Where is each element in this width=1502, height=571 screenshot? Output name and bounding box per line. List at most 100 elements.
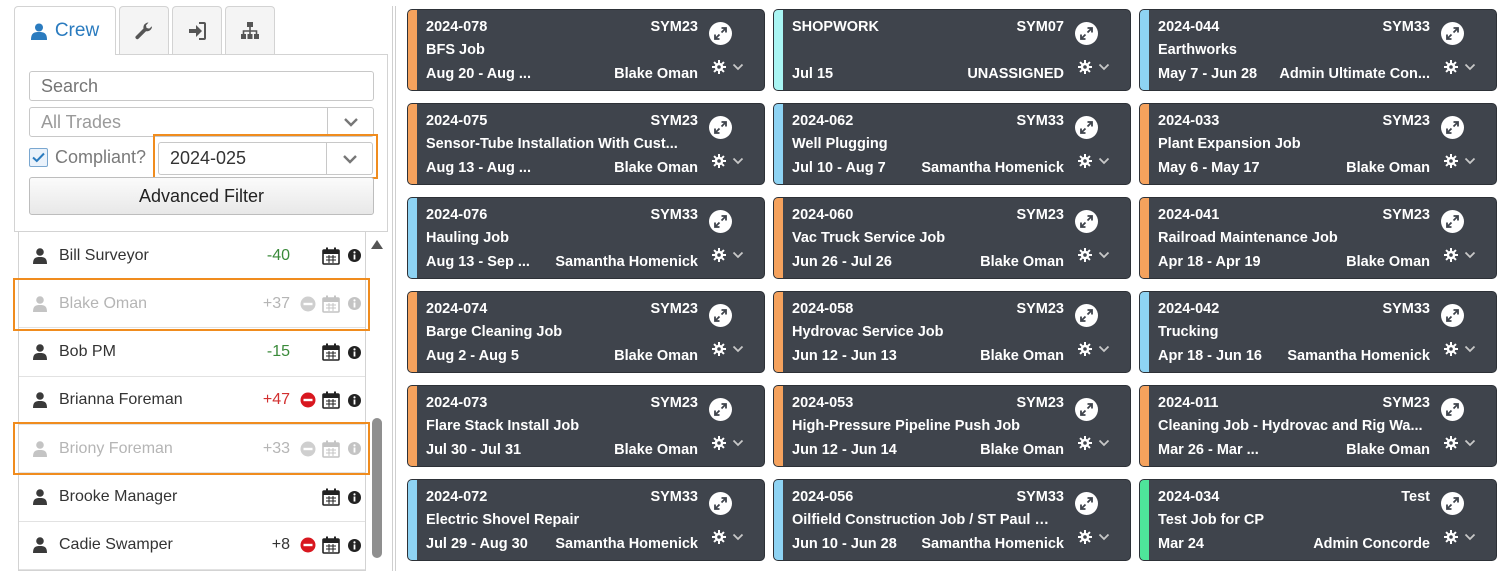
- expand-icon[interactable]: [1075, 22, 1098, 45]
- job-card[interactable]: 2024-060 SYM23 Vac Truck Service Job Jun 26…: [774, 198, 1130, 278]
- gear-icon[interactable]: [712, 530, 726, 544]
- expand-icon[interactable]: [709, 116, 732, 139]
- scroll-thumb[interactable]: [372, 418, 382, 558]
- gear-icon[interactable]: [1444, 436, 1458, 450]
- minus-circle-icon[interactable]: [300, 537, 316, 553]
- gear-icon[interactable]: [1078, 342, 1092, 356]
- chevron-down-icon[interactable]: [1464, 438, 1476, 448]
- calendar-icon[interactable]: [322, 247, 340, 265]
- crew-row[interactable]: Brooke Manager: [19, 474, 365, 522]
- gear-icon[interactable]: [1444, 60, 1458, 74]
- calendar-icon[interactable]: [322, 391, 340, 410]
- tab-crew[interactable]: Crew: [14, 6, 116, 55]
- calendar-icon[interactable]: [322, 343, 340, 361]
- gear-icon[interactable]: [1078, 154, 1092, 168]
- expand-icon[interactable]: [709, 22, 732, 45]
- info-icon[interactable]: [348, 490, 361, 504]
- job-card[interactable]: 2024-062 SYM33 Well Plugging Jul 10 - Aug 7…: [774, 104, 1130, 184]
- info-icon[interactable]: [348, 345, 361, 359]
- info-icon[interactable]: [348, 249, 361, 262]
- tab-sign-in[interactable]: [172, 6, 222, 54]
- trades-select[interactable]: All Trades: [29, 107, 374, 137]
- compliant-toggle[interactable]: Compliant?: [29, 147, 146, 168]
- chevron-down-icon[interactable]: [1098, 532, 1110, 542]
- expand-icon[interactable]: [1075, 492, 1098, 515]
- crew-row[interactable]: Brianna Foreman +47: [19, 377, 365, 425]
- expand-icon[interactable]: [709, 398, 732, 421]
- crew-list-scrollbar[interactable]: [371, 240, 383, 571]
- chevron-down-icon[interactable]: [732, 62, 744, 72]
- expand-icon[interactable]: [1075, 304, 1098, 327]
- chevron-down-icon[interactable]: [732, 532, 744, 542]
- expand-icon[interactable]: [1075, 398, 1098, 421]
- job-card[interactable]: SHOPWORK SYM07 Jul 15 UNASSIGNED: [774, 10, 1130, 90]
- tab-hierarchy[interactable]: [225, 6, 275, 54]
- chevron-down-icon[interactable]: [326, 143, 372, 174]
- advanced-filter-button[interactable]: Advanced Filter: [29, 177, 374, 215]
- chevron-down-icon[interactable]: [1098, 438, 1110, 448]
- job-card[interactable]: 2024-042 SYM33 Trucking Apr 18 - Jun 16 Sama…: [1140, 292, 1496, 372]
- expand-icon[interactable]: [1441, 22, 1464, 45]
- job-card[interactable]: 2024-072 SYM33 Electric Shovel Repair Jul 2…: [408, 480, 764, 560]
- gear-icon[interactable]: [712, 154, 726, 168]
- chevron-down-icon[interactable]: [1464, 344, 1476, 354]
- chevron-down-icon[interactable]: [1464, 62, 1476, 72]
- job-card[interactable]: 2024-044 SYM33 Earthworks May 7 - Jun 28 Adm…: [1140, 10, 1496, 90]
- gear-icon[interactable]: [712, 248, 726, 262]
- chevron-down-icon[interactable]: [1464, 532, 1476, 542]
- job-card[interactable]: 2024-074 SYM23 Barge Cleaning Job Aug 2 - A…: [408, 292, 764, 372]
- gear-icon[interactable]: [1078, 530, 1092, 544]
- chevron-down-icon[interactable]: [732, 344, 744, 354]
- expand-icon[interactable]: [1075, 116, 1098, 139]
- expand-icon[interactable]: [1075, 210, 1098, 233]
- gear-icon[interactable]: [1078, 60, 1092, 74]
- gear-icon[interactable]: [1444, 154, 1458, 168]
- gear-icon[interactable]: [1444, 530, 1458, 544]
- job-card[interactable]: 2024-073 SYM23 Flare Stack Install Job Jul …: [408, 386, 764, 466]
- job-card[interactable]: 2024-033 SYM23 Plant Expansion Job May 6 - …: [1140, 104, 1496, 184]
- chevron-down-icon[interactable]: [1098, 62, 1110, 72]
- minus-circle-icon[interactable]: [300, 392, 316, 408]
- crew-row[interactable]: Bob PM -15: [19, 329, 365, 377]
- chevron-down-icon[interactable]: [732, 438, 744, 448]
- job-card[interactable]: 2024-034 Test Test Job for CP Mar 24 Admin C…: [1140, 480, 1496, 560]
- gear-icon[interactable]: [1078, 248, 1092, 262]
- expand-icon[interactable]: [1441, 304, 1464, 327]
- expand-icon[interactable]: [709, 492, 732, 515]
- expand-icon[interactable]: [709, 210, 732, 233]
- job-card[interactable]: 2024-076 SYM33 Hauling Job Aug 13 - Sep ...…: [408, 198, 764, 278]
- gear-icon[interactable]: [1078, 436, 1092, 450]
- gear-icon[interactable]: [1444, 248, 1458, 262]
- gear-icon[interactable]: [1444, 342, 1458, 356]
- expand-icon[interactable]: [1441, 398, 1464, 421]
- compliant-checkbox[interactable]: [29, 148, 48, 167]
- chevron-down-icon[interactable]: [732, 156, 744, 166]
- job-card[interactable]: 2024-041 SYM23 Railroad Maintenance Job Apr…: [1140, 198, 1496, 278]
- info-icon[interactable]: [348, 538, 361, 552]
- gear-icon[interactable]: [712, 60, 726, 74]
- crew-row[interactable]: Cadie Swamper +8: [19, 522, 365, 570]
- scroll-up-arrow[interactable]: [371, 240, 383, 249]
- chevron-down-icon[interactable]: [1464, 250, 1476, 260]
- job-card[interactable]: 2024-056 SYM33 Oilfield Construction Job /…: [774, 480, 1130, 560]
- job-card[interactable]: 2024-058 SYM23 Hydrovac Service Job Jun 12 …: [774, 292, 1130, 372]
- tab-equipment[interactable]: [119, 6, 169, 54]
- info-icon[interactable]: [348, 393, 361, 407]
- year-select[interactable]: 2024-025: [158, 142, 373, 175]
- chevron-down-icon[interactable]: [1098, 344, 1110, 354]
- chevron-down-icon[interactable]: [732, 250, 744, 260]
- calendar-icon[interactable]: [322, 536, 340, 555]
- chevron-down-icon[interactable]: [1098, 250, 1110, 260]
- crew-row[interactable]: Bill Surveyor -40: [19, 232, 365, 280]
- search-input[interactable]: [29, 71, 374, 101]
- calendar-icon[interactable]: [322, 488, 340, 506]
- chevron-down-icon[interactable]: [1098, 156, 1110, 166]
- expand-icon[interactable]: [1441, 492, 1464, 515]
- chevron-down-icon[interactable]: [327, 108, 373, 136]
- job-card[interactable]: 2024-078 SYM23 BFS Job Aug 20 - Aug ... Blak…: [408, 10, 764, 90]
- expand-icon[interactable]: [1441, 116, 1464, 139]
- expand-icon[interactable]: [1441, 210, 1464, 233]
- gear-icon[interactable]: [712, 436, 726, 450]
- job-card[interactable]: 2024-011 SYM23 Cleaning Job - Hydrovac and…: [1140, 386, 1496, 466]
- job-card[interactable]: 2024-075 SYM23 Sensor-Tube Installation Wi…: [408, 104, 764, 184]
